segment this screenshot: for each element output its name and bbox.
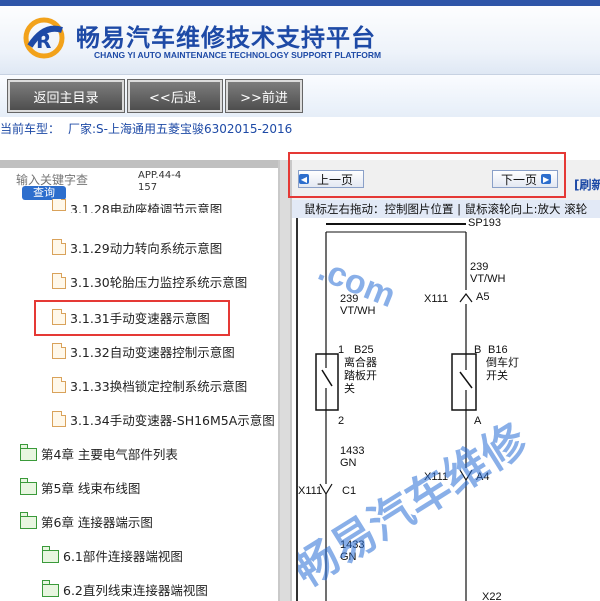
folder-icon (42, 546, 59, 563)
switch-pin: 2 (338, 415, 344, 427)
splice-label: SP193 (468, 218, 501, 229)
diagram-viewer[interactable]: SP193 239 VT/WH 239 VT/WH X111 A5 1 B25 … (296, 218, 600, 601)
back-button[interactable]: <<后退. (127, 79, 223, 113)
site-title: 畅易汽车维修技术支持平台 (76, 24, 376, 52)
folder-open-icon (20, 512, 37, 529)
tree-chapter-open[interactable]: 第6章 连接器端示图 (20, 504, 153, 538)
svg-text:畅易汽车维修: 畅易汽车维修 (296, 414, 536, 596)
panel-splitter[interactable] (278, 160, 292, 601)
tree-chapter-label: 第5章 线束布线图 (41, 480, 141, 496)
tree-chapter-label: 第6章 连接器端示图 (41, 514, 153, 530)
tree-item-label: 3.1.32自动变速器控制示意图 (70, 344, 235, 360)
wire-color: GN (340, 457, 357, 469)
tree-item-partial[interactable]: 3.1.28电动座椅调节示意图 (52, 199, 222, 213)
tree-item[interactable]: 3.1.29动力转向系统示意图 (52, 230, 222, 264)
tree-item[interactable]: 3.1.32自动变速器控制示意图 (52, 334, 235, 368)
tree-item-label: 3.1.30轮胎压力监控系统示意图 (70, 274, 248, 290)
tree-subchapter[interactable]: 6.1部件连接器端视图 (42, 538, 183, 572)
svg-text:R: R (36, 29, 51, 53)
home-button[interactable]: 返回主目录 (7, 79, 125, 113)
connector-pin: C1 (342, 485, 356, 497)
app-code: APP.44-4157 (138, 170, 182, 193)
tree-subchapter-label: 6.1部件连接器端视图 (63, 548, 183, 564)
tree-chapter[interactable]: 第4章 主要电气部件列表 (20, 436, 178, 470)
connector-name: X111 (298, 485, 322, 497)
watermark-graphic: .com 畅易汽车维修 (296, 250, 536, 596)
document-icon (52, 239, 66, 255)
site-header: R 畅易汽车维修技术支持平台 CHANG YI AUTO MAINTENANCE… (0, 0, 600, 74)
wiring-diagram: SP193 239 VT/WH 239 VT/WH X111 A5 1 B25 … (296, 218, 536, 601)
tree-item[interactable]: 3.1.34手动变速器-SH16M5A示意图 (52, 402, 275, 436)
folder-open-icon (42, 580, 59, 597)
ry-logo-icon: R (23, 17, 65, 59)
document-icon (52, 411, 66, 427)
diagram-panel: ◀ 上一页 下一页 ▶ [刷新 鼠标左右拖动：控制图片位置 | 鼠标滚轮向上:放… (292, 160, 600, 601)
folder-icon (20, 478, 37, 495)
catalog-panel: 查询 APP.44-4157 3.1.28电动座椅调节示意图 3.1.29动力转… (0, 160, 278, 601)
document-icon (52, 343, 66, 359)
tree-item-label: 3.1.34手动变速器-SH16M5A示意图 (70, 412, 275, 428)
panel-top-strip (0, 160, 278, 168)
site-subtitle: CHANG YI AUTO MAINTENANCE TECHNOLOGY SUP… (94, 50, 382, 60)
switch-desc: 开关 (486, 368, 508, 382)
nav-bar: 返回主目录 <<后退. >>前进 (0, 74, 600, 117)
switch-pin: 1 (338, 344, 344, 356)
switch-pin: A (474, 415, 482, 427)
vehicle-label: 当前车型： (0, 122, 61, 136)
wire-number: 1433 (340, 445, 364, 457)
switch-name: B16 (488, 344, 508, 356)
pager-highlight (288, 152, 566, 198)
tree-subchapter-label: 6.2直列线束连接器端视图 (63, 582, 208, 598)
header-top-bar (0, 0, 600, 6)
app-window: R 畅易汽车维修技术支持平台 CHANG YI AUTO MAINTENANCE… (0, 0, 600, 601)
splitter-track (280, 160, 290, 601)
tree-item-label: 3.1.28电动座椅调节示意图 (70, 202, 223, 213)
tree-item-label: 3.1.33换档锁定控制系统示意图 (70, 378, 248, 394)
current-vehicle: 当前车型： 厂家:S-上海通用五菱宝骏6302015-2016 (0, 120, 300, 137)
switch-desc: 关 (344, 381, 355, 395)
viewer-border (296, 218, 298, 601)
switch-desc: 踏板开 (344, 368, 377, 382)
forward-button[interactable]: >>前进 (225, 79, 303, 113)
viewer-hint: 鼠标左右拖动：控制图片位置 | 鼠标滚轮向上:放大 滚轮 (292, 200, 600, 218)
selection-highlight (34, 300, 230, 336)
tree-subchapter[interactable]: 6.2直列线束连接器端视图 (42, 572, 208, 601)
search-button[interactable]: 查询 (22, 186, 66, 200)
wire-color: VT/WH (470, 273, 505, 285)
connector-pin: A5 (476, 291, 489, 303)
vehicle-maker: 厂家:S-上海通用五菱宝骏6302015-2016 (68, 122, 293, 136)
switch-desc: 离合器 (344, 355, 377, 369)
switch-desc: 倒车灯 (486, 355, 519, 369)
wire-number: 239 (470, 261, 488, 273)
document-icon (52, 377, 66, 393)
tree-item[interactable]: 3.1.33换档锁定控制系统示意图 (52, 368, 247, 402)
refresh-link[interactable]: [刷新 (574, 176, 600, 193)
tree-item-label: 3.1.29动力转向系统示意图 (70, 240, 223, 256)
connector-name: X111 (424, 293, 448, 305)
tree-chapter-label: 第4章 主要电气部件列表 (41, 446, 178, 462)
connector-name: X22 (482, 591, 502, 601)
document-icon (52, 199, 66, 211)
document-icon (52, 273, 66, 289)
tree-item[interactable]: 3.1.30轮胎压力监控系统示意图 (52, 264, 247, 298)
folder-icon (20, 444, 37, 461)
switch-name: B25 (354, 344, 374, 356)
tree-chapter[interactable]: 第5章 线束布线图 (20, 470, 140, 504)
